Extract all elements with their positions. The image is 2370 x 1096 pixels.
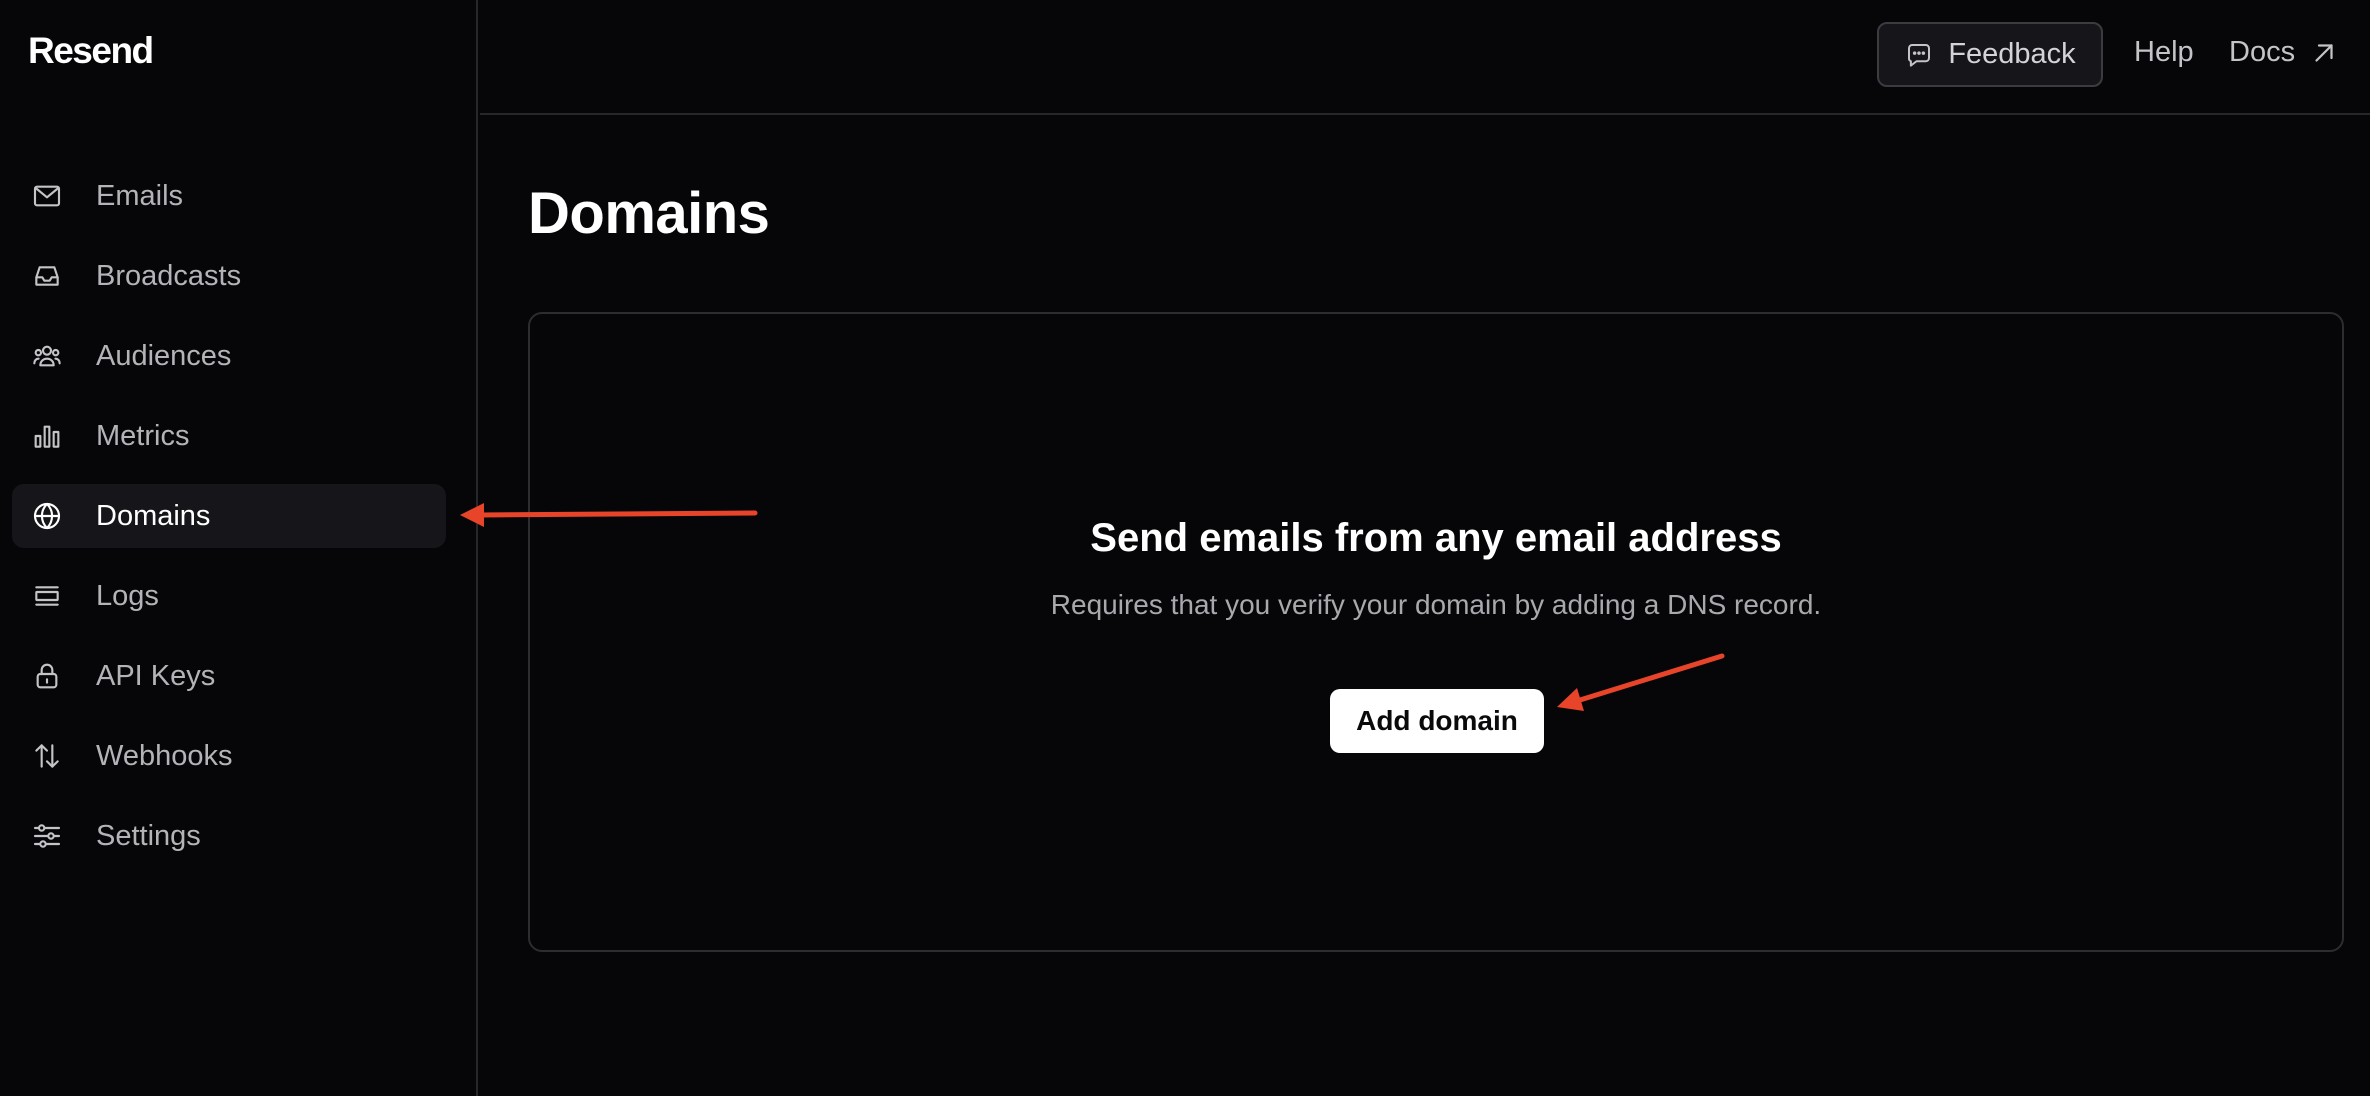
empty-state-card: Send emails from any email address Requi… bbox=[528, 312, 2344, 952]
mail-icon bbox=[30, 179, 64, 213]
sidebar-item-label: API Keys bbox=[96, 659, 216, 692]
sidebar-item-label: Metrics bbox=[96, 419, 190, 452]
top-bar: Feedback Help Docs bbox=[480, 0, 2370, 115]
sidebar-item-metrics[interactable]: Metrics bbox=[12, 404, 446, 468]
app-window: Resend Emails Broadcasts Audiences Metri… bbox=[0, 0, 2370, 1096]
chat-bubble-icon bbox=[1908, 43, 1931, 67]
sidebar-item-label: Emails bbox=[96, 179, 184, 212]
sidebar-item-label: Settings bbox=[96, 819, 201, 852]
logs-icon bbox=[30, 579, 64, 613]
sidebar-nav: Emails Broadcasts Audiences Metrics Doma… bbox=[12, 164, 446, 884]
arrows-up-down-icon bbox=[30, 739, 64, 773]
sidebar-item-broadcasts[interactable]: Broadcasts bbox=[12, 244, 446, 308]
sidebar-item-emails[interactable]: Emails bbox=[12, 164, 446, 228]
inbox-icon bbox=[30, 259, 64, 293]
empty-state-subtitle: Requires that you verify your domain by … bbox=[1050, 589, 1822, 620]
docs-label: Docs bbox=[2229, 36, 2296, 68]
globe-icon bbox=[30, 499, 64, 533]
resend-logo[interactable]: Resend bbox=[28, 30, 154, 72]
sidebar-item-label: Domains bbox=[96, 499, 211, 532]
docs-link[interactable]: Docs bbox=[2229, 36, 2339, 69]
users-icon bbox=[30, 339, 64, 373]
sidebar-item-label: Audiences bbox=[96, 339, 232, 372]
sidebar-item-label: Logs bbox=[96, 579, 159, 612]
sliders-icon bbox=[30, 819, 64, 853]
sidebar-item-webhooks[interactable]: Webhooks bbox=[12, 724, 446, 788]
sidebar-item-domains[interactable]: Domains bbox=[12, 484, 446, 548]
sidebar-item-audiences[interactable]: Audiences bbox=[12, 324, 446, 388]
arrow-up-right-icon bbox=[2315, 43, 2333, 62]
sidebar-item-logs[interactable]: Logs bbox=[12, 564, 446, 628]
page-title: Domains bbox=[528, 181, 770, 246]
feedback-button[interactable]: Feedback bbox=[1877, 22, 2103, 87]
bar-chart-icon bbox=[30, 419, 64, 453]
sidebar-item-api-keys[interactable]: API Keys bbox=[12, 644, 446, 708]
lock-icon bbox=[30, 659, 64, 693]
empty-state-title: Send emails from any email address bbox=[1090, 516, 1782, 560]
sidebar-item-label: Broadcasts bbox=[96, 259, 242, 292]
add-domain-button[interactable]: Add domain bbox=[1330, 689, 1544, 753]
feedback-label: Feedback bbox=[1948, 38, 2076, 70]
help-link[interactable]: Help bbox=[2134, 36, 2194, 69]
sidebar-item-settings[interactable]: Settings bbox=[12, 804, 446, 868]
sidebar: Resend Emails Broadcasts Audiences Metri… bbox=[0, 0, 478, 1096]
sidebar-item-label: Webhooks bbox=[96, 739, 233, 772]
